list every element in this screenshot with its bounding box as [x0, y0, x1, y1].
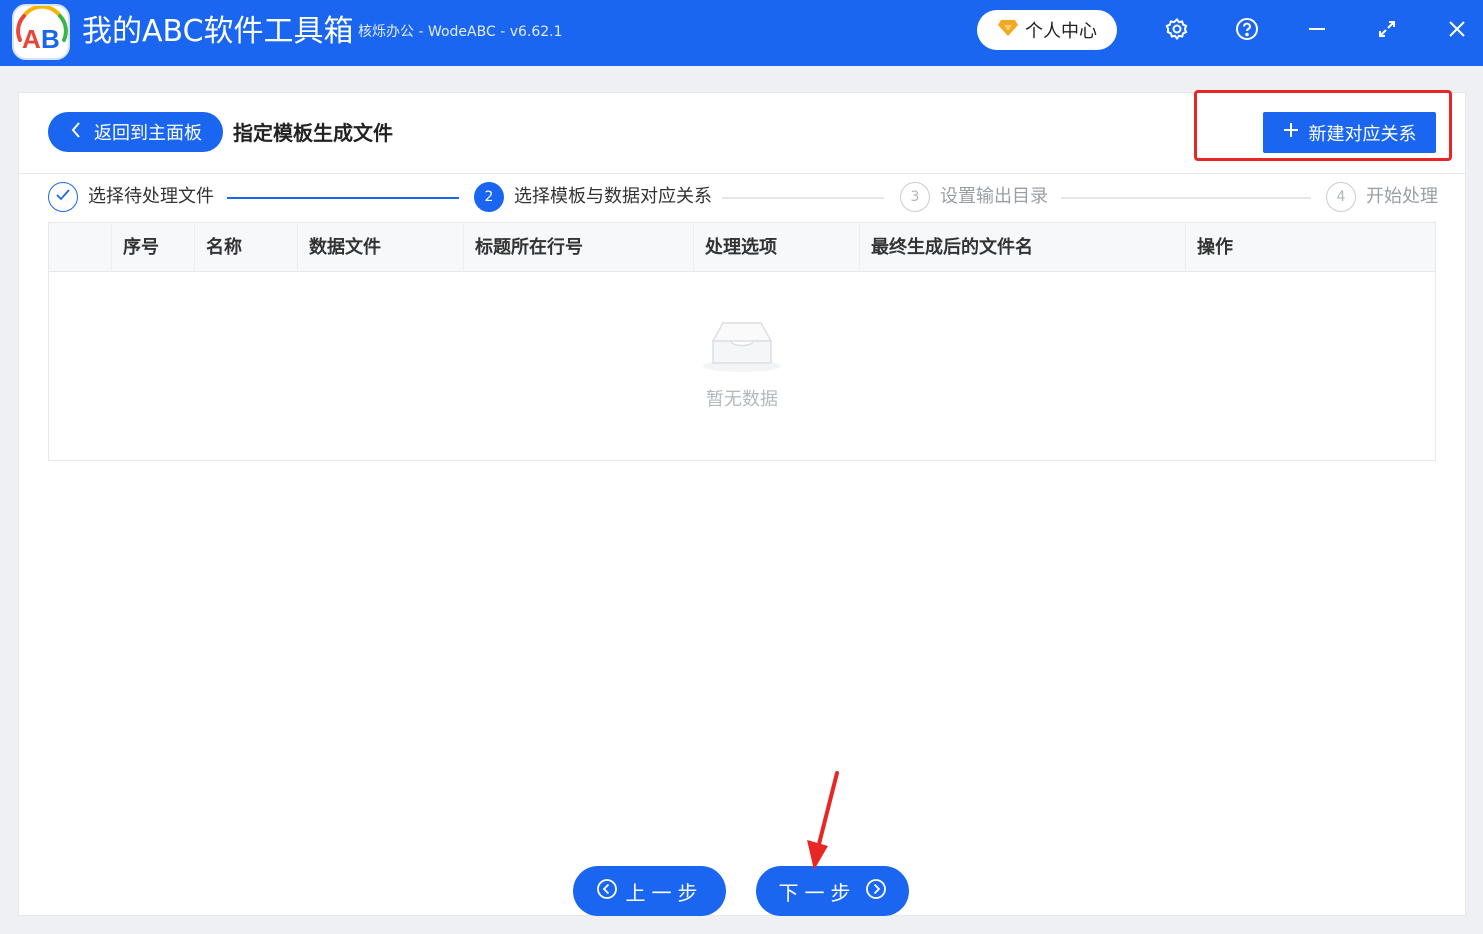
svg-text:B: B: [41, 24, 60, 54]
back-to-main-button[interactable]: 返回到主面板: [48, 112, 223, 152]
close-icon[interactable]: [1443, 15, 1471, 43]
new-mapping-button[interactable]: 新建对应关系: [1263, 112, 1436, 153]
empty-inbox-icon: [701, 319, 783, 377]
column-divider: [111, 223, 112, 272]
column-header-actions: 操作: [1197, 237, 1233, 258]
column-divider: [1185, 223, 1186, 272]
column-header-output-name: 最终生成后的文件名: [871, 237, 1033, 258]
gear-icon[interactable]: [1163, 15, 1191, 43]
prev-step-label: 上一步: [625, 880, 704, 905]
circle-chevron-right-icon: [865, 878, 887, 905]
app-title: 我的ABC软件工具箱: [82, 14, 354, 49]
plus-icon: [1283, 122, 1299, 143]
column-divider: [693, 223, 694, 272]
step-connector-2: [722, 197, 884, 199]
app-subtitle: 核烁办公 - WodeABC - v6.62.1: [358, 24, 563, 40]
title-bar: A B 我的ABC软件工具箱 核烁办公 - WodeABC - v6.62.1 …: [0, 0, 1483, 66]
step-2-label: 选择模板与数据对应关系: [514, 186, 712, 207]
column-header-options: 处理选项: [705, 237, 777, 258]
diamond-icon: [997, 18, 1019, 43]
maximize-icon[interactable]: [1373, 15, 1401, 43]
column-header-data-file: 数据文件: [309, 237, 381, 258]
mapping-table: 序号 名称 数据文件 标题所在行号 处理选项 最终生成后的文件名 操作 暂无数据: [48, 222, 1436, 461]
help-icon[interactable]: [1233, 15, 1261, 43]
page-title: 指定模板生成文件: [233, 121, 393, 145]
chevron-left-icon: [70, 121, 82, 144]
prev-step-button[interactable]: 上一步: [573, 866, 726, 916]
column-divider: [859, 223, 860, 272]
column-header-title-row: 标题所在行号: [475, 237, 583, 258]
column-divider: [297, 223, 298, 272]
step-connector-3: [1061, 197, 1311, 199]
step-3-label: 设置输出目录: [940, 186, 1048, 207]
column-divider: [194, 223, 195, 272]
next-step-label: 下一步: [778, 880, 857, 905]
user-center-label: 个人中心: [1025, 21, 1097, 42]
check-icon: [55, 188, 71, 206]
main-panel: [18, 92, 1466, 916]
table-header: 序号 名称 数据文件 标题所在行号 处理选项 最终生成后的文件名 操作: [49, 223, 1435, 272]
step-2-indicator: 2: [474, 182, 504, 212]
minimize-icon[interactable]: [1303, 15, 1331, 43]
annotation-arrow: [800, 770, 850, 878]
step-1-indicator: [48, 182, 78, 212]
column-header-index: 序号: [123, 237, 159, 258]
circle-chevron-left-icon: [596, 878, 618, 905]
step-4-indicator: 4: [1326, 182, 1356, 212]
column-divider: [463, 223, 464, 272]
empty-state-text: 暂无数据: [706, 389, 778, 410]
header-divider: [18, 173, 1466, 174]
step-connector-1: [227, 197, 459, 199]
svg-text:A: A: [22, 24, 41, 54]
step-4-label: 开始处理: [1366, 186, 1438, 207]
step-1-label: 选择待处理文件: [88, 186, 214, 207]
back-label: 返回到主面板: [94, 123, 202, 144]
app-logo: A B: [12, 4, 70, 60]
new-mapping-label: 新建对应关系: [1308, 123, 1417, 145]
step-3-indicator: 3: [900, 182, 930, 212]
user-center-button[interactable]: 个人中心: [977, 10, 1117, 50]
column-header-name: 名称: [206, 237, 242, 258]
